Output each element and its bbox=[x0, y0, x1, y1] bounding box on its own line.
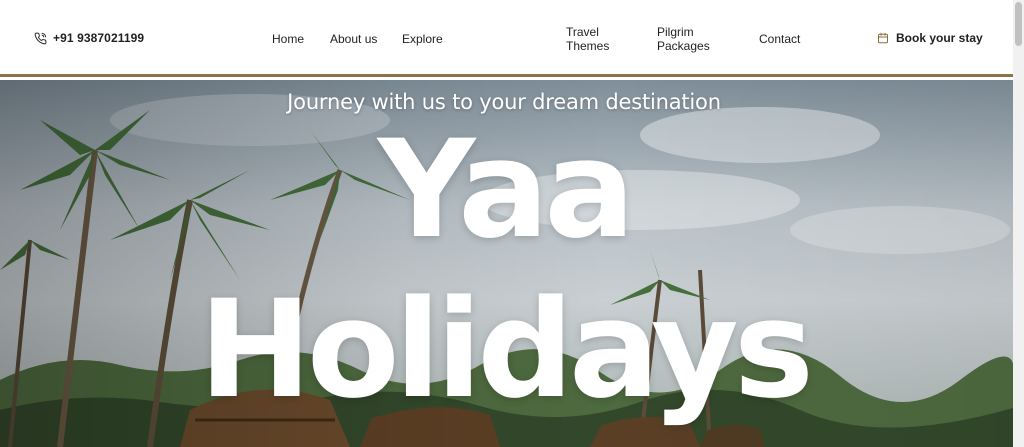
nav-pilgrim-packages[interactable]: Pilgrim Packages bbox=[657, 25, 719, 53]
book-your-stay-label: Book your stay bbox=[896, 31, 983, 45]
nav-about-us[interactable]: About us bbox=[330, 32, 377, 46]
nav-travel-themes[interactable]: Travel Themes bbox=[566, 25, 622, 53]
scrollbar-thumb[interactable] bbox=[1015, 2, 1022, 46]
phone-icon bbox=[34, 32, 47, 45]
phone-number: +91 9387021199 bbox=[53, 31, 145, 45]
hero-banner: Journey with us to your dream destinatio… bbox=[0, 80, 1013, 447]
site-header: +91 9387021199 Home About us Explore Tra… bbox=[0, 0, 1013, 77]
hero-title-line1: Yaa bbox=[377, 111, 636, 268]
page-scrollbar[interactable] bbox=[1013, 0, 1024, 447]
nav-explore[interactable]: Explore bbox=[402, 32, 443, 46]
calendar-icon bbox=[877, 32, 889, 44]
book-your-stay-button[interactable]: Book your stay bbox=[877, 31, 983, 45]
nav-home[interactable]: Home bbox=[272, 32, 304, 46]
phone-contact[interactable]: +91 9387021199 bbox=[34, 31, 144, 45]
hero-title-line2: Holidays bbox=[198, 271, 814, 428]
nav-contact[interactable]: Contact bbox=[759, 32, 800, 46]
